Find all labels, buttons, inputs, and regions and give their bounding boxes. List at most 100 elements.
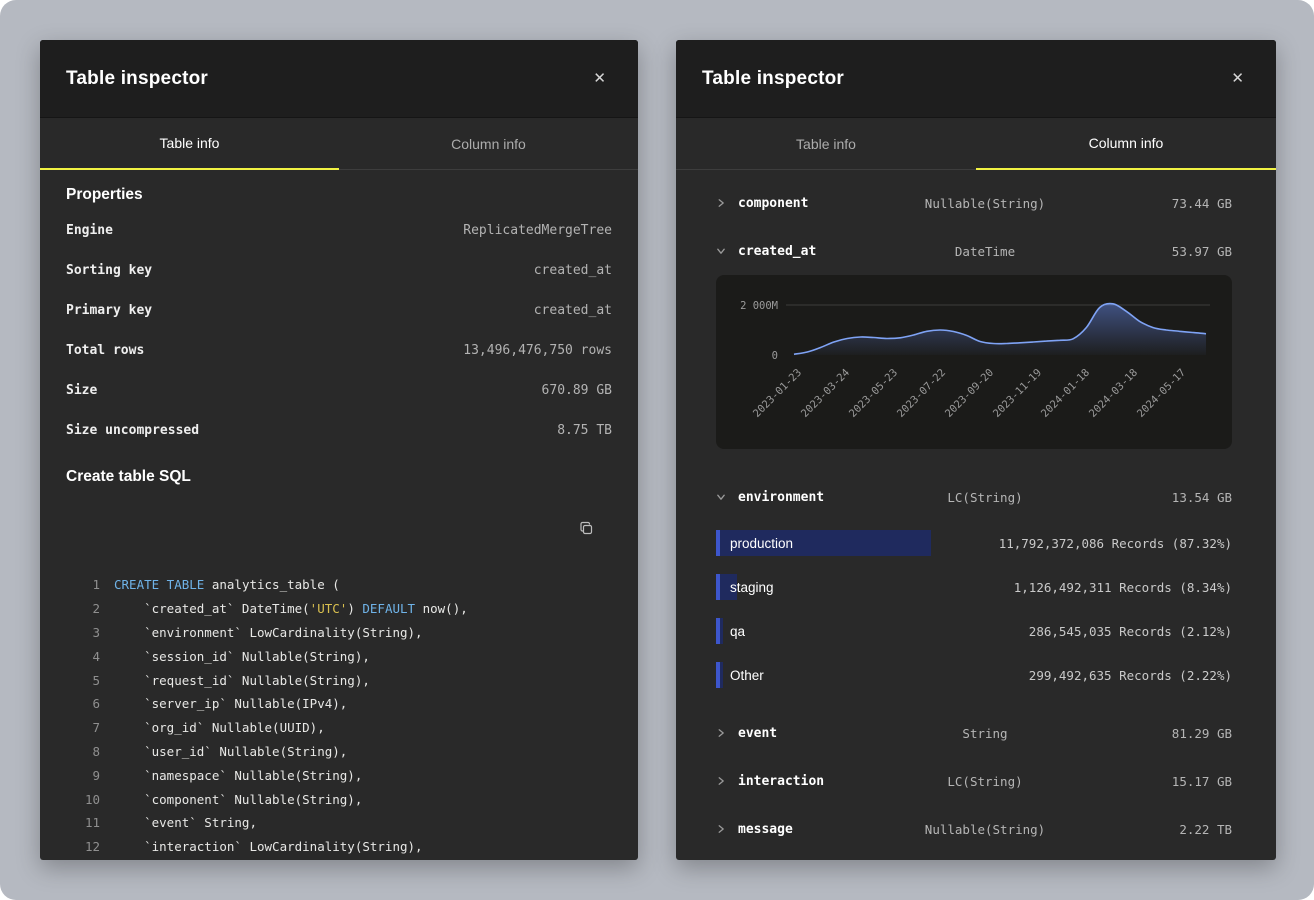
chevron-right-icon	[716, 824, 738, 834]
x-axis-tick-label: 2023-11-19	[991, 367, 1044, 420]
sql-code-lines: 1CREATE TABLE analytics_table (2 `create…	[66, 573, 612, 860]
chevron-right-icon	[716, 776, 738, 786]
line-number: 2	[66, 597, 100, 621]
column-type: LC(String)	[903, 490, 1068, 505]
value-bar-row: production 11,792,372,086 Records (87.32%…	[716, 521, 1232, 565]
tab-column-info[interactable]: Column info	[976, 118, 1276, 170]
tab-column-info[interactable]: Column info	[339, 118, 638, 170]
value-bar-row: Other 299,492,635 Records (2.22%)	[716, 653, 1232, 697]
chevron-down-icon	[716, 492, 738, 502]
property-row: Size uncompressed8.75 TB	[66, 410, 612, 450]
property-label: Engine	[66, 223, 113, 238]
code-token: `org_id` Nullable(UUID),	[114, 720, 325, 735]
column-type: String	[903, 726, 1068, 741]
value-distribution-list: production 11,792,372,086 Records (87.32%…	[716, 521, 1232, 697]
code-line: 13 `payload` Nullable(String),	[66, 859, 612, 860]
code-text: CREATE TABLE analytics_table (	[114, 573, 340, 597]
line-number: 4	[66, 645, 100, 669]
code-text: `server_ip` Nullable(IPv4),	[114, 692, 347, 716]
column-name: message	[738, 822, 903, 837]
property-label: Size	[66, 383, 97, 398]
column-size: 53.97 GB	[1067, 244, 1232, 259]
create-table-sql-heading: Create table SQL	[66, 468, 612, 486]
code-token: analytics_table (	[204, 577, 339, 592]
column-distribution-chart: 2 000M02023-01-232023-03-242023-05-23202…	[716, 275, 1232, 449]
x-axis-tick-label: 2023-01-23	[751, 367, 804, 420]
column-row-event[interactable]: eventString81.29 GB	[676, 709, 1276, 757]
column-name: created_at	[738, 244, 903, 259]
close-icon[interactable]: ✕	[1225, 67, 1250, 90]
code-token: `event` String,	[114, 815, 257, 830]
code-text: `created_at` DateTime('UTC') DEFAULT now…	[114, 597, 468, 621]
code-line: 4 `session_id` Nullable(String),	[66, 645, 612, 669]
tab-bar: Table infoColumn info	[40, 118, 638, 170]
value-label: qa	[730, 624, 745, 639]
value-records: 1,126,492,311 Records (8.34%)	[1014, 580, 1232, 595]
code-token: `request_id` Nullable(String),	[114, 673, 370, 688]
value-records: 11,792,372,086 Records (87.32%)	[999, 536, 1232, 551]
column-size: 81.29 GB	[1067, 726, 1232, 741]
x-axis-tick-label: 2023-03-24	[799, 367, 852, 420]
created-at-distribution-chart: 2 000M02023-01-232023-03-242023-05-23202…	[716, 275, 1228, 449]
column-row-message[interactable]: messageNullable(String)2.22 TB	[676, 805, 1276, 853]
property-value: created_at	[534, 263, 612, 278]
tab-table-info[interactable]: Table info	[40, 118, 339, 170]
line-number: 5	[66, 669, 100, 693]
column-name: event	[738, 726, 903, 741]
code-token: `interaction` LowCardinality(String),	[114, 839, 423, 854]
column-size: 13.54 GB	[1067, 490, 1232, 505]
code-line: 1CREATE TABLE analytics_table (	[66, 573, 612, 597]
x-axis-tick-label: 2024-03-18	[1087, 367, 1140, 420]
code-text: `payload` Nullable(String),	[114, 859, 347, 860]
line-number: 8	[66, 740, 100, 764]
column-type: Nullable(String)	[903, 196, 1068, 211]
code-token: `user_id` Nullable(String),	[114, 744, 347, 759]
column-row-created_at[interactable]: created_atDateTime53.97 GB	[676, 227, 1276, 275]
value-records: 299,492,635 Records (2.22%)	[1029, 668, 1232, 683]
code-line: 12 `interaction` LowCardinality(String),	[66, 835, 612, 859]
column-row-environment[interactable]: environmentLC(String)13.54 GB	[676, 473, 1276, 521]
column-size: 15.17 GB	[1067, 774, 1232, 789]
chevron-right-icon	[716, 198, 738, 208]
code-token: `server_ip` Nullable(IPv4),	[114, 696, 347, 711]
code-token: now(),	[415, 601, 468, 616]
code-line: 11 `event` String,	[66, 811, 612, 835]
line-number: 9	[66, 764, 100, 788]
column-row-interaction[interactable]: interactionLC(String)15.17 GB	[676, 757, 1276, 805]
modal-title: Table inspector	[66, 68, 208, 90]
line-number: 3	[66, 621, 100, 645]
line-number: 6	[66, 692, 100, 716]
x-axis-tick-label: 2024-05-17	[1135, 367, 1188, 420]
x-axis-tick-label: 2023-07-22	[895, 367, 948, 420]
desktop-background: Table inspector ✕ Table infoColumn info …	[0, 0, 1314, 900]
property-value: 670.89 GB	[542, 383, 612, 398]
x-axis-tick-label: 2023-05-23	[847, 367, 900, 420]
modal-header: Table inspector ✕	[676, 40, 1276, 118]
code-line: 3 `environment` LowCardinality(String),	[66, 621, 612, 645]
value-bar-row: staging 1,126,492,311 Records (8.34%)	[716, 565, 1232, 609]
property-row: Sorting keycreated_at	[66, 250, 612, 290]
value-label: staging	[730, 580, 774, 595]
value-bar-row: qa286,545,035 Records (2.12%)	[716, 609, 1232, 653]
column-type: DateTime	[903, 244, 1068, 259]
code-token: )	[347, 601, 362, 616]
code-token: 'UTC'	[310, 601, 348, 616]
y-axis-label-max: 2 000M	[740, 300, 778, 312]
column-size: 2.22 TB	[1067, 822, 1232, 837]
property-value: ReplicatedMergeTree	[463, 223, 612, 238]
code-token: CREATE TABLE	[114, 577, 204, 592]
column-type: LC(String)	[903, 774, 1068, 789]
value-label: production	[730, 536, 793, 551]
copy-icon[interactable]	[540, 504, 596, 556]
code-text: `user_id` Nullable(String),	[114, 740, 347, 764]
column-row-component[interactable]: componentNullable(String)73.44 GB	[676, 179, 1276, 227]
chevron-right-icon	[716, 728, 738, 738]
code-text: `environment` LowCardinality(String),	[114, 621, 423, 645]
code-text: `namespace` Nullable(String),	[114, 764, 362, 788]
tab-table-info[interactable]: Table info	[676, 118, 976, 170]
property-value: created_at	[534, 303, 612, 318]
close-icon[interactable]: ✕	[587, 67, 612, 90]
value-bar	[716, 618, 723, 644]
value-label: Other	[730, 668, 764, 683]
tab-bar: Table infoColumn info	[676, 118, 1276, 170]
